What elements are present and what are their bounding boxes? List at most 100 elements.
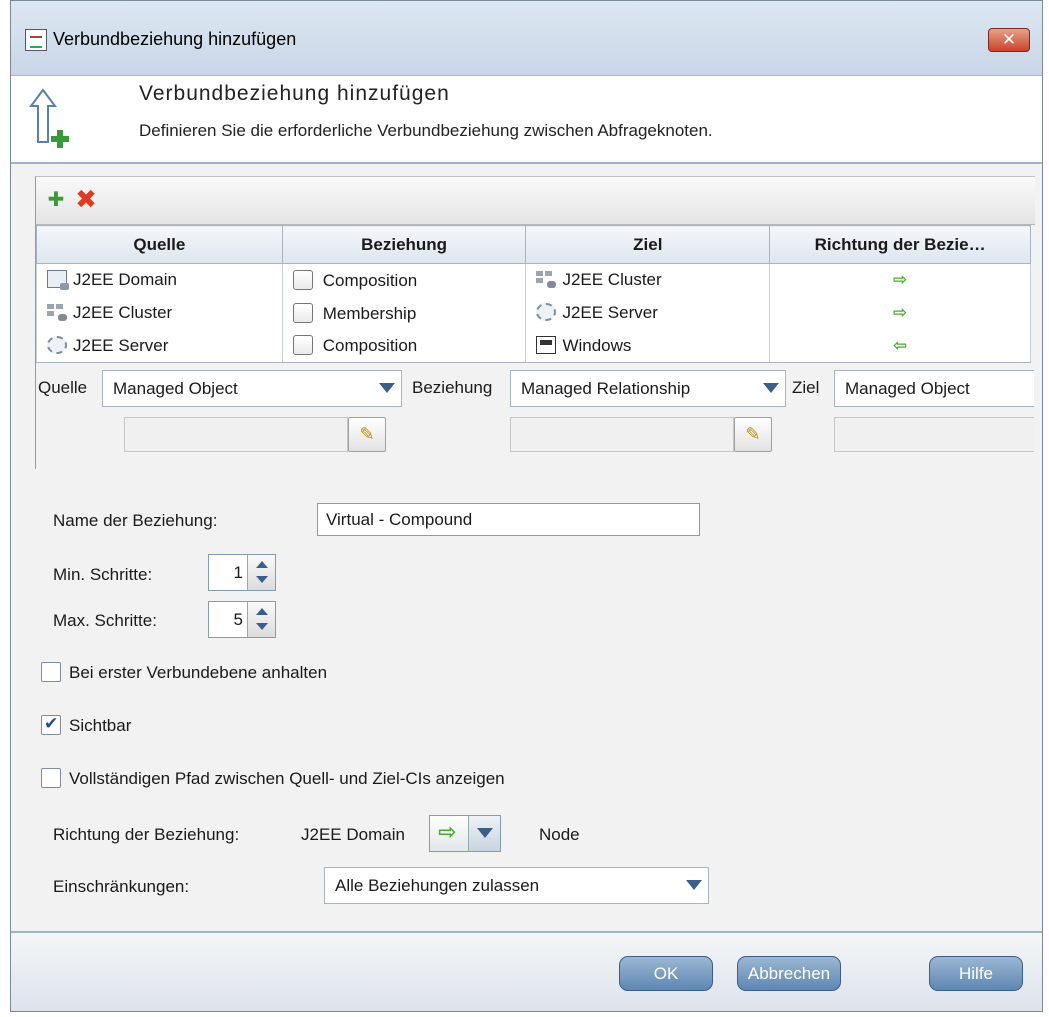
spin-up-icon[interactable] <box>256 561 268 568</box>
spin-up-icon[interactable] <box>256 608 268 615</box>
max-steps-label: Max. Schritte: <box>53 611 157 630</box>
checkbox-box[interactable] <box>41 662 61 682</box>
spin-down-icon[interactable] <box>256 623 268 630</box>
pencil-icon: ✎ <box>359 424 375 444</box>
min-steps-spinner[interactable]: 1 <box>208 554 276 591</box>
direction-target: Node <box>539 825 580 844</box>
target-condition-field <box>834 417 1034 452</box>
dialog-footer: OK Abbrechen Hilfe <box>11 933 1042 1011</box>
column-header-direction[interactable]: Richtung der Bezie… <box>769 225 1031 264</box>
pencil-icon: ✎ <box>745 424 761 444</box>
checkbox-box-checked[interactable] <box>41 714 61 735</box>
column-header-relation[interactable]: Beziehung <box>281 225 527 264</box>
header-subtitle: Definieren Sie die erforderliche Verbund… <box>139 121 713 140</box>
relation-type-icon <box>292 335 313 356</box>
add-relationship-icon <box>29 88 69 148</box>
visible-checkbox[interactable]: Sichtbar <box>41 714 132 736</box>
table-row[interactable]: J2EE Domain Composition J2EE Cluster ⇨ <box>36 263 1031 297</box>
source-type-value: Managed Object <box>113 379 238 398</box>
window-title: Verbundbeziehung hinzufügen <box>53 29 297 49</box>
ok-button[interactable]: OK <box>619 956 713 991</box>
source-cell: J2EE Server <box>36 329 283 363</box>
selector-row: Quelle Managed Object Beziehung Managed … <box>36 370 1035 410</box>
domain-icon <box>47 270 69 291</box>
source-label: J2EE Server <box>73 335 169 355</box>
visible-label: Sichtbar <box>69 716 132 735</box>
target-label: J2EE Server <box>562 303 658 322</box>
target-type-value: Managed Object <box>845 379 970 398</box>
cluster-icon <box>47 303 67 321</box>
target-type-dropdown[interactable]: Managed Object <box>834 370 1034 407</box>
target-selector-label: Ziel <box>792 378 820 397</box>
arrow-right-icon: ⇨ <box>769 296 1031 330</box>
relation-type-icon <box>292 269 313 290</box>
relation-condition-field <box>510 417 734 452</box>
target-label: Windows <box>562 335 632 355</box>
column-header-target[interactable]: Ziel <box>525 225 771 264</box>
relation-type-dropdown[interactable]: Managed Relationship <box>510 370 786 407</box>
relation-label: Composition <box>322 270 418 290</box>
full-path-checkbox[interactable]: Vollständigen Pfad zwischen Quell- und Z… <box>41 768 505 789</box>
name-label: Name der Beziehung: <box>53 511 218 530</box>
target-cell: Windows <box>525 329 771 363</box>
table-toolbar: ✚ ✖ <box>36 177 1035 225</box>
source-type-dropdown[interactable]: Managed Object <box>102 370 402 407</box>
direction-dropdown[interactable]: ⇨ <box>429 815 501 852</box>
source-cell: J2EE Domain <box>36 263 283 297</box>
relation-cell: Membership <box>281 296 527 330</box>
chevron-down-icon <box>686 880 702 890</box>
arrow-right-icon: ⇨ <box>769 263 1031 297</box>
arrow-left-icon: ⇦ <box>769 329 1031 363</box>
spinner-buttons[interactable] <box>247 602 275 637</box>
source-condition-field <box>124 417 348 452</box>
relation-label: Membership <box>322 303 417 323</box>
chevron-down-icon <box>763 383 779 393</box>
max-steps-value: 5 <box>233 610 243 629</box>
stop-first-level-label: Bei erster Verbundebene anhalten <box>69 663 328 682</box>
restrictions-dropdown[interactable]: Alle Beziehungen zulassen <box>324 867 709 904</box>
dialog-header: Verbundbeziehung hinzufügen Definieren S… <box>11 76 1042 164</box>
min-steps-label: Min. Schritte: <box>53 565 153 584</box>
target-label: J2EE Cluster <box>562 270 662 290</box>
cancel-button[interactable]: Abbrechen <box>737 956 841 991</box>
relation-cell: Composition <box>281 329 527 363</box>
relationship-panel: ✚ ✖ Quelle Beziehung Ziel Richtung der B… <box>35 176 1035 469</box>
max-steps-spinner[interactable]: 5 <box>208 601 276 638</box>
delete-icon[interactable]: ✖ <box>74 186 98 212</box>
dialog-window: Verbundbeziehung hinzufügen ✕ Verbundbez… <box>10 0 1043 1012</box>
table-row[interactable]: J2EE Cluster Membership J2EE Server ⇨ <box>36 296 1031 330</box>
target-cell: J2EE Server <box>525 296 771 330</box>
target-cell: J2EE Cluster <box>525 263 771 297</box>
edit-relation-button[interactable]: ✎ <box>734 417 772 452</box>
relation-type-icon <box>292 302 313 323</box>
source-label: J2EE Domain <box>73 270 177 290</box>
direction-source: J2EE Domain <box>301 825 405 844</box>
name-input[interactable]: Virtual - Compound <box>317 503 700 536</box>
full-path-label: Vollständigen Pfad zwischen Quell- und Z… <box>69 769 505 788</box>
header-title: Verbundbeziehung hinzufügen <box>139 82 450 105</box>
relation-type-value: Managed Relationship <box>521 379 691 398</box>
source-selector-label: Quelle <box>38 378 88 397</box>
spin-down-icon[interactable] <box>256 576 268 583</box>
stop-first-level-checkbox[interactable]: Bei erster Verbundebene anhalten <box>41 662 327 683</box>
edit-source-button[interactable]: ✎ <box>348 417 386 452</box>
java-app-icon <box>25 29 47 51</box>
restrictions-value: Alle Beziehungen zulassen <box>335 876 540 895</box>
checkbox-box[interactable] <box>41 768 61 788</box>
min-steps-value: 1 <box>233 563 243 582</box>
add-icon[interactable]: ✚ <box>45 189 67 211</box>
source-label: J2EE Cluster <box>73 303 173 322</box>
column-header-source[interactable]: Quelle <box>36 225 283 264</box>
relation-selector-label: Beziehung <box>412 378 493 397</box>
server-icon <box>536 303 557 321</box>
close-button[interactable]: ✕ <box>988 28 1030 52</box>
table-row[interactable]: J2EE Server Composition Windows ⇦ <box>36 329 1031 363</box>
restrictions-label: Einschränkungen: <box>53 877 190 896</box>
chevron-down-icon[interactable] <box>468 816 500 851</box>
chevron-down-icon <box>379 383 395 393</box>
cluster-icon <box>536 270 557 289</box>
relation-label: Composition <box>322 336 418 356</box>
relationship-table: Quelle Beziehung Ziel Richtung der Bezie… <box>36 225 1031 363</box>
spinner-buttons[interactable] <box>247 555 275 590</box>
help-button[interactable]: Hilfe <box>929 956 1023 991</box>
